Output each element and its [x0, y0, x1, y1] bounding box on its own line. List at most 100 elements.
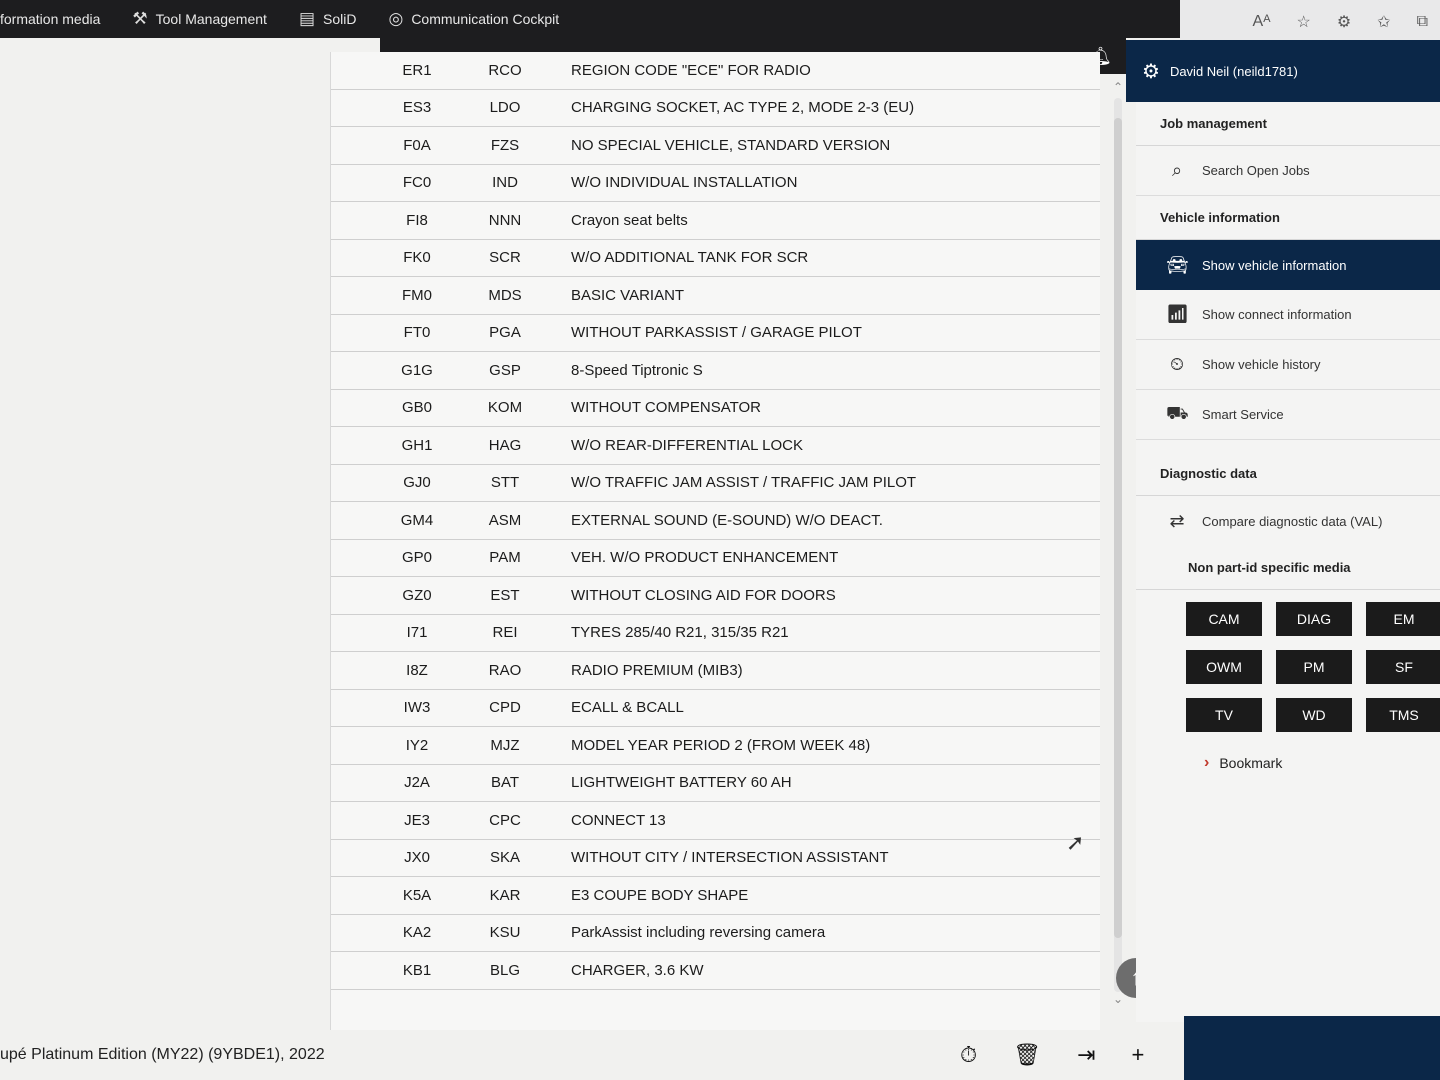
table-row: ES3 LDO CHARGING SOCKET, AC TYPE 2, MODE 2…: [331, 90, 1100, 127]
smart-service[interactable]: ⛟ Smart Service: [1136, 390, 1440, 440]
table-row: K5A KAR E3 COUPE BODY SHAPE: [331, 877, 1100, 915]
option-family: RAO: [488, 661, 522, 679]
option-description: NO SPECIAL VEHICLE, STANDARD VERSION: [571, 136, 891, 154]
option-code: IW3: [403, 699, 431, 717]
table-row: KA2 KSU ParkAssist including reversing cam…: [331, 915, 1100, 952]
table-row: GH1 HAG W/O REAR-DIFFERENTIAL LOCK: [331, 427, 1100, 465]
left-pane: [0, 38, 380, 1038]
option-code: G1G: [401, 361, 433, 379]
media-button-pm[interactable]: PM: [1276, 650, 1352, 684]
option-description: WITHOUT COMPENSATOR: [571, 399, 762, 417]
table-row: F0A FZS NO SPECIAL VEHICLE, STANDARD VERSI…: [331, 127, 1100, 165]
media-button-cam[interactable]: CAM: [1186, 602, 1262, 636]
option-description: LIGHTWEIGHT BATTERY 60 AH: [571, 774, 792, 792]
vehicle-title: upé Platinum Edition (MY22) (9YBDE1), 20…: [0, 1046, 325, 1063]
tools-icon: ⚒: [132, 9, 148, 28]
nav-information-media[interactable]: formation media: [0, 0, 116, 38]
compare-icon: ⇄: [1169, 510, 1185, 531]
option-description: RADIO PREMIUM (MIB3): [571, 661, 743, 679]
table-row: GB0 KOM WITHOUT COMPENSATOR: [331, 390, 1100, 427]
stopwatch-icon[interactable]: ⏱: [960, 1042, 977, 1068]
option-description: EXTERNAL SOUND (E-SOUND) W/O DEACT.: [571, 511, 883, 529]
plus-icon[interactable]: +: [1132, 1042, 1145, 1068]
sidebar-item-label: Show vehicle history: [1202, 357, 1321, 372]
option-code: GH1: [401, 436, 433, 454]
media-buttons: CAM DIAG EM OWM PM SF TV WD TMS: [1136, 590, 1440, 732]
option-description: E3 COUPE BODY SHAPE: [571, 886, 749, 904]
collections-icon[interactable]: ⧉: [1417, 13, 1428, 31]
scroll-thumb[interactable]: [1114, 118, 1122, 938]
option-family: NNN: [488, 211, 522, 229]
table-row: FM0 MDS BASIC VARIANT: [331, 277, 1100, 315]
table-row: GZ0 EST WITHOUT CLOSING AID FOR DOORS: [331, 577, 1100, 615]
option-description: CHARGER, 3.6 KW: [571, 961, 704, 979]
footer-toolbar: ⏱ 🗑︎ ⇥ +: [960, 1030, 1144, 1080]
read-aloud-icon[interactable]: Aᴬ: [1253, 13, 1271, 31]
option-description: W/O REAR-DIFFERENTIAL LOCK: [571, 436, 803, 454]
mouse-cursor-icon: ➚: [1066, 830, 1085, 855]
show-connect-information[interactable]: 📶︎ Show connect information: [1136, 290, 1440, 340]
option-family: HAG: [488, 436, 522, 454]
trash-icon[interactable]: 🗑︎: [1013, 1042, 1041, 1068]
table-row: FI8 NNN Crayon seat belts: [331, 202, 1100, 240]
option-code: GJ0: [403, 474, 431, 492]
scroll-track[interactable]: [1114, 98, 1122, 992]
history-icon: ⏲: [1169, 354, 1185, 374]
option-code: GM4: [400, 511, 434, 529]
extensions-icon[interactable]: ⚙: [1337, 12, 1351, 32]
option-family: CPC: [489, 811, 521, 829]
option-code: I8Z: [406, 661, 428, 679]
chevron-up-icon[interactable]: ⌃: [1113, 80, 1123, 98]
search-icon: ⌕: [1171, 160, 1183, 180]
job-management-heading: Job management: [1136, 102, 1440, 146]
option-code: FK0: [403, 249, 431, 267]
option-code: IY2: [405, 736, 429, 754]
favorite-star-icon[interactable]: ☆: [1296, 12, 1310, 32]
nav-label: formation media: [0, 11, 101, 27]
option-family: PGA: [489, 324, 521, 342]
option-family: CPD: [489, 699, 521, 717]
table-row: J2A BAT LIGHTWEIGHT BATTERY 60 AH: [331, 765, 1100, 802]
media-button-sf[interactable]: SF: [1366, 650, 1440, 684]
nav-tool-management[interactable]: ⚒ Tool Management: [116, 0, 283, 38]
show-vehicle-information[interactable]: 🚘︎ Show vehicle information: [1136, 240, 1440, 290]
search-open-jobs[interactable]: ⌕ Search Open Jobs: [1136, 146, 1440, 196]
media-button-em[interactable]: EM: [1366, 602, 1440, 636]
media-button-diag[interactable]: DIAG: [1276, 602, 1352, 636]
media-button-owm[interactable]: OWM: [1186, 650, 1262, 684]
option-description: Crayon seat belts: [571, 211, 688, 229]
table-row: FK0 SCR W/O ADDITIONAL TANK FOR SCR: [331, 240, 1100, 277]
smart-service-icon: ⛟: [1166, 402, 1189, 423]
option-description: VEH. W/O PRODUCT ENHANCEMENT: [571, 549, 839, 567]
right-sidebar: Job management ⌕ Search Open Jobs Vehicl…: [1136, 102, 1440, 1022]
gear-icon[interactable]: ⚙: [1142, 59, 1160, 84]
compare-diagnostic-data[interactable]: ⇄ Compare diagnostic data (VAL): [1136, 496, 1440, 546]
table-row: GJ0 STT W/O TRAFFIC JAM ASSIST / TRAFFIC J…: [331, 465, 1100, 502]
option-description: CHARGING SOCKET, AC TYPE 2, MODE 2-3 (EU…: [571, 99, 915, 117]
option-description: W/O INDIVIDUAL INSTALLATION: [571, 174, 798, 192]
table-row: GP0 PAM VEH. W/O PRODUCT ENHANCEMENT: [331, 540, 1100, 577]
media-button-wd[interactable]: WD: [1276, 698, 1352, 732]
cockpit-icon: ◎: [388, 9, 404, 28]
connect-icon: 📶︎: [1166, 304, 1189, 324]
option-family: KAR: [489, 886, 521, 904]
diagnostic-data-heading: Diagnostic data: [1136, 452, 1440, 496]
option-family: PAM: [489, 549, 521, 567]
indent-list-icon[interactable]: ⇥: [1077, 1042, 1095, 1068]
option-family: SCR: [489, 249, 521, 267]
option-family: IND: [492, 174, 518, 192]
user-bar[interactable]: ⚙ David Neil (neild1781): [1126, 40, 1440, 102]
table-row: I71 REI TYRES 285/40 R21, 315/35 R21: [331, 615, 1100, 652]
bookmark-link[interactable]: › Bookmark: [1136, 732, 1440, 772]
chevron-down-icon[interactable]: ⌄: [1113, 992, 1123, 1010]
table-row: KB1 BLG CHARGER, 3.6 KW: [331, 952, 1100, 990]
table-scrollbar[interactable]: ⌃ ⌄: [1108, 80, 1128, 1010]
media-button-tv[interactable]: TV: [1186, 698, 1262, 732]
favorites-icon[interactable]: ✩: [1377, 12, 1390, 32]
nav-communication-cockpit[interactable]: ◎ Communication Cockpit: [372, 0, 575, 38]
option-description: 8-Speed Tiptronic S: [571, 361, 703, 379]
option-family: ASM: [488, 511, 522, 529]
media-button-tms[interactable]: TMS: [1366, 698, 1440, 732]
nav-solid[interactable]: ▤ SoliD: [283, 0, 373, 38]
show-vehicle-history[interactable]: ⏲ Show vehicle history: [1136, 340, 1440, 390]
